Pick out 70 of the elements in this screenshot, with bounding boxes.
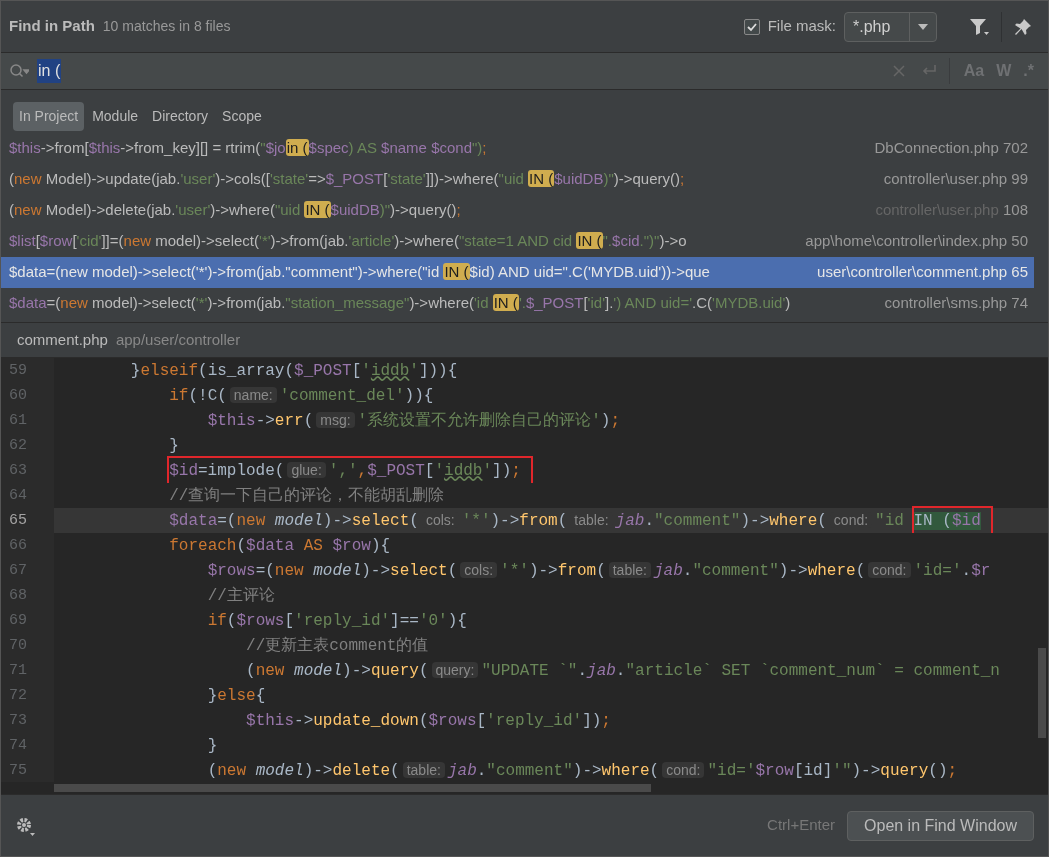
result-code: $data=(new model)->select('*')->from(jab."comment")->where("id IN ($id) AND uid=".C('MYDB.uid'))->que: [9, 262, 711, 283]
result-row[interactable]: $data=(new model)->select('*')->from(jab."station_message")->where('id IN ('.$_POST['id'].') AND uid='.C('MYDB.uid') controller\sms.php 74: [1, 288, 1034, 319]
filter-icon[interactable]: [969, 17, 989, 36]
line-number: 59: [8, 361, 28, 381]
line-number: 68: [8, 586, 28, 606]
settings-icon[interactable]: [15, 815, 35, 836]
line-number: 64: [8, 486, 28, 506]
result-code: $list[$row['cid']]=(new model)->select('*')->from(jab.'article')->where("state=1 AND cid IN (".$cid.")")->o: [9, 231, 688, 252]
result-location: controller\user.php 99: [883, 169, 1028, 190]
horizontal-scrollbar[interactable]: [54, 784, 651, 792]
file-mask-dropdown[interactable]: *.php: [844, 11, 937, 42]
code-line: $data=(new model)->select( cols: '*')->from( table: jab."comment")->where( cond: "id IN ($id: [54, 508, 991, 533]
line-number: 69: [8, 611, 28, 631]
line-number: 66: [8, 536, 28, 556]
line-number: 60: [8, 386, 28, 406]
result-location: DbConnection.php 702: [874, 138, 1028, 159]
code-line: }else{: [206, 685, 266, 707]
match-summary: 10 matches in 8 files: [102, 17, 231, 36]
dialog-title: Find in Path: [9, 16, 95, 37]
code-line: }elseif(is_array($_POST['iddb'])){: [129, 360, 458, 382]
shortcut-hint: Ctrl+Enter: [767, 815, 836, 836]
result-code: $data=(new model)->select('*')->from(jab."station_message")->where('id IN ('.$_POST['id'].') AND uid='.C('MYDB.uid'): [9, 293, 792, 314]
result-row[interactable]: $list[$row['cid']]=(new model)->select('*')->from(jab.'article')->where("state=1 AND cid IN (".$cid.")")->o app\home\controller\index.php 50: [1, 226, 1034, 257]
line-number: 70: [8, 636, 28, 656]
code-line: if($rows['reply_id']=='0'){: [206, 610, 467, 632]
result-code: (new Model)->delete(jab.'user')->where("uid IN ($uidDB)")->query();: [9, 200, 462, 221]
line-number: 73: [8, 711, 28, 731]
result-location: controller\sms.php 74: [884, 293, 1028, 314]
scope-tab[interactable]: In Project: [13, 102, 85, 131]
line-number: 67: [8, 561, 28, 581]
open-in-find-window-button[interactable]: Open in Find Window: [847, 810, 1034, 841]
file-mask-label: File mask:: [767, 16, 836, 37]
vertical-scrollbar[interactable]: [1038, 648, 1046, 738]
code-line: (new model)->delete( table: jab."comment")->where( cond: "id='$row[id]'")->query();: [206, 760, 958, 782]
line-number: 63: [8, 461, 28, 481]
result-location: user\controller\comment.php 65: [817, 262, 1028, 283]
code-line: $this->update_down($rows['reply_id']);: [245, 710, 611, 732]
scope-tab[interactable]: Directory: [146, 102, 215, 131]
code-line: (new model)->query( query: "UPDATE `".jab."article` SET `comment_num` = comment_n: [245, 660, 1000, 682]
search-icon: [9, 63, 29, 79]
result-row[interactable]: $this->from[$this->from_key][] = rtrim("$join ($spec) AS $name $cond"); DbConnection.php 702: [1, 133, 1034, 164]
code-line: $this->err( msg: '系统设置不允许删除自己的评论');: [206, 410, 621, 432]
code-line: }: [206, 735, 218, 757]
scope-tab[interactable]: Module: [86, 102, 145, 131]
line-number: 75: [8, 761, 28, 781]
code-line: //主评论: [206, 585, 275, 607]
line-number: 71: [8, 661, 28, 681]
preview-file-name: comment.php: [17, 329, 108, 350]
line-number: 72: [8, 686, 28, 706]
result-location: app\home\controller\index.php 50: [805, 231, 1028, 252]
line-number: 61: [8, 411, 28, 431]
line-number: 74: [8, 736, 28, 756]
code-line: }: [168, 435, 179, 457]
code-line: if(!C( name: 'comment_del')){: [168, 385, 434, 407]
code-line: $rows=(new model)->select( cols: '*')->from( table: jab."comment")->where( cond: 'id='.$r: [206, 560, 991, 582]
code-line: $id=implode( glue: ',',$_POST['iddb']);: [54, 458, 531, 483]
result-code: (new Model)->update(jab.'user')->cols(['state'=>$_POST['state']])->where("uid IN ($uidDB)")->query();: [9, 169, 686, 190]
pin-icon[interactable]: [1014, 17, 1032, 36]
result-row[interactable]: (new Model)->update(jab.'user')->cols(['state'=>$_POST['state']])->where("uid IN ($uidDB)")->query(); controller\user.php 99: [1, 164, 1034, 195]
result-row[interactable]: $data=(new model)->select('*')->from(jab."comment")->where("id IN ($id) AND uid=".C('MYDB.uid'))->que user\controller\comment.php 65: [1, 257, 1034, 288]
line-number: 65: [8, 511, 28, 531]
code-line: //查询一下自己的评论，不能胡乱删除: [168, 485, 445, 507]
code-line: foreach($data AS $row){: [168, 535, 391, 557]
line-number: 62: [8, 436, 28, 456]
result-code: $this->from[$this->from_key][] = rtrim("$join ($spec) AS $name $cond");: [9, 138, 488, 159]
file-mask-checkbox[interactable]: [743, 18, 760, 35]
caret-icon: [918, 23, 928, 30]
scope-tab[interactable]: Scope: [216, 102, 268, 131]
preview-file-path: app/user/controller: [115, 329, 241, 350]
code-line: //更新主表comment的值: [245, 635, 429, 657]
